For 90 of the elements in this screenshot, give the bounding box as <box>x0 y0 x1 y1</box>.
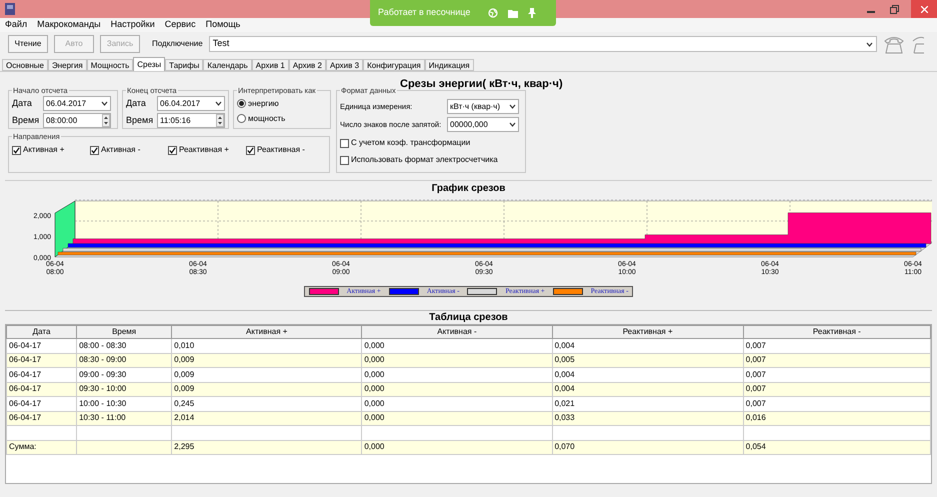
close-button[interactable] <box>911 0 937 18</box>
table-cell: 0,004 <box>552 338 744 353</box>
table-cell: 06-04-17 <box>6 396 77 411</box>
table-cell: 2,295 <box>172 440 362 454</box>
tab[interactable]: Энергия <box>48 59 87 71</box>
radio-label: энергию <box>248 98 279 110</box>
chart-title: График срезов <box>432 182 506 195</box>
table-cell: 0,009 <box>172 368 362 382</box>
field-label: Время <box>12 114 40 127</box>
table-cell: 0,010 <box>172 338 362 353</box>
checkbox[interactable] <box>90 146 99 155</box>
column-header[interactable]: Реактивная + <box>552 326 744 338</box>
tab[interactable]: Календарь <box>203 59 252 71</box>
column-header[interactable]: Активная - <box>362 326 552 338</box>
app-icon <box>5 3 15 15</box>
connection-label: Подключение <box>152 38 203 50</box>
radio-button[interactable] <box>237 114 246 124</box>
table-cell: 0,021 <box>552 396 744 411</box>
column-header[interactable]: Дата <box>6 326 77 338</box>
table-title: Таблица срезов <box>429 311 508 324</box>
table-cell: 06-04-17 <box>6 338 77 353</box>
spinner-icon[interactable] <box>102 114 110 128</box>
checkbox-label: Реактивная + <box>179 144 229 156</box>
dropdown[interactable]: кВт·ч (квар·ч) <box>447 99 519 114</box>
table-cell: 0,245 <box>172 396 362 411</box>
tab[interactable]: Срезы <box>133 57 166 71</box>
table-cell: 0,000 <box>362 338 552 353</box>
table-cell: 0,007 <box>743 338 930 353</box>
chevron-down-icon <box>215 101 222 106</box>
checkbox[interactable] <box>340 156 349 165</box>
date-field[interactable]: 06.04.2017 <box>157 96 225 112</box>
checkbox-label: С учетом коэф. трансформации <box>351 137 470 150</box>
menu-item[interactable]: Настройки <box>110 18 155 32</box>
table-cell: 09:00 - 09:30 <box>76 368 172 382</box>
table-cell: 0,000 <box>362 440 552 454</box>
chevron-down-icon <box>509 122 516 128</box>
date-field[interactable]: 06.04.2017 <box>43 96 111 112</box>
column-header[interactable]: Время <box>76 326 172 338</box>
connection-combo[interactable]: Test <box>208 36 877 52</box>
table-cell: Сумма: <box>6 440 77 454</box>
menu-item[interactable]: Помощь <box>206 18 240 32</box>
sandbox-status: Работает в песочнице <box>378 6 470 20</box>
time-field[interactable]: 08:00:00 <box>43 113 111 128</box>
menu-item[interactable]: Файл <box>5 18 28 32</box>
checkbox[interactable] <box>168 146 177 155</box>
restore-icon[interactable] <box>890 4 899 14</box>
tab[interactable]: Архив 2 <box>288 59 326 71</box>
radio-button[interactable] <box>237 99 246 108</box>
table-cell: 0,000 <box>362 368 552 382</box>
time-field[interactable]: 11:05:16 <box>157 113 225 128</box>
field-label: Дата <box>126 97 147 110</box>
tab[interactable]: Архив 1 <box>252 59 289 71</box>
tab[interactable]: Конфигурация <box>363 59 425 71</box>
checkbox[interactable] <box>12 146 21 155</box>
field-label: Дата <box>12 97 33 110</box>
chevron-down-icon <box>509 104 516 110</box>
column-header[interactable]: Реактивная - <box>743 326 930 338</box>
chevron-down-icon <box>866 42 873 46</box>
checkbox-label: Реактивная - <box>257 144 305 156</box>
tab[interactable]: Тарифы <box>165 59 204 71</box>
radio-label: мощность <box>248 112 286 125</box>
plot-side-wall <box>54 200 76 258</box>
menu-item[interactable]: Макрокоманды <box>37 18 101 32</box>
checkbox-label: Активная - <box>101 144 140 156</box>
table-cell: 0,007 <box>743 396 930 411</box>
table-cell: 0,054 <box>743 440 930 454</box>
toolbar-button[interactable]: Чтение <box>8 35 48 53</box>
tab[interactable]: Основные <box>2 59 48 71</box>
tab[interactable]: Мощность <box>86 59 134 71</box>
menu-item[interactable]: Сервис <box>164 18 196 32</box>
table-cell: 0,070 <box>552 440 744 454</box>
table-cell: 0,007 <box>743 368 930 382</box>
table-cell: 06-04-17 <box>6 368 77 382</box>
table-cell: 0,004 <box>552 368 744 382</box>
chevron-down-icon <box>101 101 108 106</box>
table-cell: 08:00 - 08:30 <box>76 338 172 353</box>
spinner-icon[interactable] <box>216 114 224 128</box>
column-header[interactable]: Активная + <box>172 326 362 338</box>
checkbox-label: Активная + <box>23 144 64 156</box>
checkbox[interactable] <box>340 138 349 148</box>
close-icon <box>920 6 928 12</box>
checkbox[interactable] <box>246 146 255 155</box>
section-title: Срезы энергии( кВт·ч, квар·ч) <box>400 77 563 92</box>
field-label: Время <box>126 114 154 127</box>
tab[interactable]: Архив 3 <box>326 59 364 71</box>
tab[interactable]: Индикация <box>424 59 474 71</box>
table-cell: 10:00 - 10:30 <box>76 396 172 411</box>
dropdown[interactable]: 00000,000 <box>447 117 519 132</box>
table-cell: 0,000 <box>362 396 552 411</box>
checkbox-label: Использовать формат электросчетчика <box>351 154 498 166</box>
